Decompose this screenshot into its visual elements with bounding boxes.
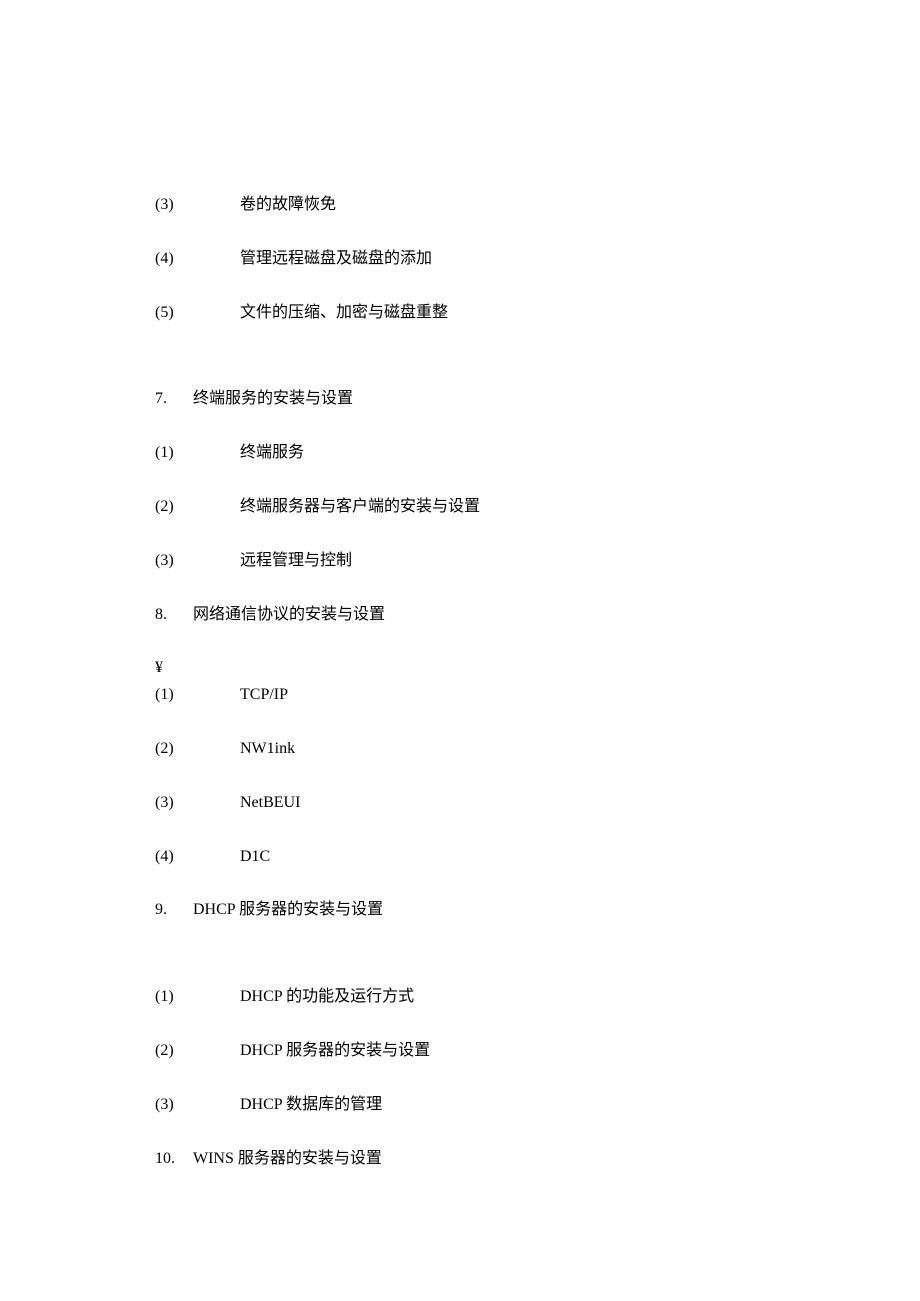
sub-item-text: DHCP 的功能及运行方式 [240,987,800,1008]
sub-item-text: 远程管理与控制 [240,551,800,572]
heading-text: 终端服务的安装与设置 [193,389,800,410]
sub-item: (1)DHCP 的功能及运行方式 [155,987,800,1008]
sub-item-number: (3) [155,1095,240,1116]
section-heading: 8.网络通信协议的安装与设置 [155,605,800,626]
sub-item-text: 终端服务 [240,443,800,464]
sub-item: (5)文件的压缩、加密与磁盘重整 [155,303,800,324]
section-heading: 7.终端服务的安装与设置 [155,389,800,410]
sub-item: (2)NW1ink [155,739,800,760]
sub-item-text: TCP/IP [240,685,800,706]
sub-item-text: 终端服务器与客户端的安装与设置 [240,497,800,518]
sub-item-text: D1C [240,847,800,868]
sub-item-number: (3) [155,793,240,814]
sub-item-text: DHCP 数据库的管理 [240,1095,800,1116]
sub-item: (4)D1C [155,847,800,868]
heading-number: 10. [155,1149,193,1170]
sub-item: (3)DHCP 数据库的管理 [155,1095,800,1116]
sub-item: (2)DHCP 服务器的安装与设置 [155,1041,800,1062]
sub-item-number: (4) [155,249,240,270]
sub-item: (3)卷的故障恢免 [155,195,800,216]
stray-character: ¥ [155,658,800,679]
sub-item-number: (1) [155,685,240,706]
sub-item-number: (2) [155,739,240,760]
document-page: (3)卷的故障恢免(4)管理远程磁盘及磁盘的添加(5)文件的压缩、加密与磁盘重整… [0,0,920,1169]
sub-item-text: 卷的故障恢免 [240,195,800,216]
sub-item: (1)TCP/IP [155,685,800,706]
heading-number: 7. [155,389,193,410]
sub-item-number: (1) [155,987,240,1008]
sub-item-text: NW1ink [240,739,800,760]
section-heading: 10.WINS 服务器的安装与设置 [155,1149,800,1170]
heading-text: 网络通信协议的安装与设置 [193,605,800,626]
sub-item: (2)终端服务器与客户端的安装与设置 [155,497,800,518]
heading-number: 9. [155,900,193,921]
sub-item: (4)管理远程磁盘及磁盘的添加 [155,249,800,270]
sub-item: (3)NetBEUI [155,793,800,814]
sub-item: (3)远程管理与控制 [155,551,800,572]
sub-item-number: (3) [155,195,240,216]
heading-text: DHCP 服务器的安装与设置 [193,900,800,921]
sub-item-number: (4) [155,847,240,868]
section-heading: 9.DHCP 服务器的安装与设置 [155,900,800,921]
sub-item-number: (3) [155,551,240,572]
sub-item-number: (5) [155,303,240,324]
sub-item-number: (2) [155,1041,240,1062]
sub-item-text: 文件的压缩、加密与磁盘重整 [240,303,800,324]
sub-item: (1)终端服务 [155,443,800,464]
heading-text: WINS 服务器的安装与设置 [193,1149,800,1170]
sub-item-number: (2) [155,497,240,518]
sub-item-text: NetBEUI [240,793,800,814]
sub-item-text: 管理远程磁盘及磁盘的添加 [240,249,800,270]
sub-item-number: (1) [155,443,240,464]
sub-item-text: DHCP 服务器的安装与设置 [240,1041,800,1062]
heading-number: 8. [155,605,193,626]
